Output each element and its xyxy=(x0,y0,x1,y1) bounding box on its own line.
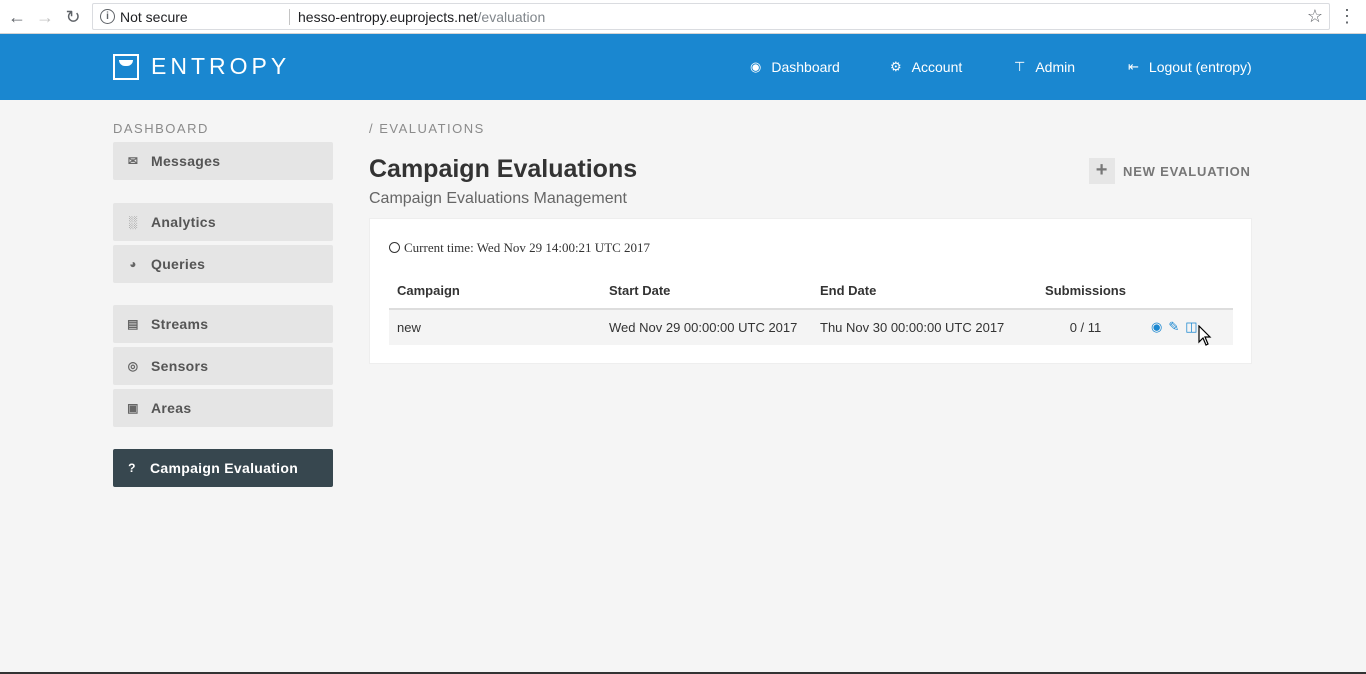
eye-icon[interactable]: ◉ xyxy=(1151,319,1162,334)
logo[interactable]: ENTROPY xyxy=(113,53,290,80)
pie-chart-icon: ◕ xyxy=(129,257,137,271)
cell-end-date: Thu Nov 30 00:00:00 UTC 2017 xyxy=(812,309,1028,345)
sidebar-item-label: Messages xyxy=(151,153,221,169)
sidebar-item-campaign-evaluation[interactable]: ? Campaign Evaluation xyxy=(113,449,333,487)
bar-chart-icon: ░ xyxy=(128,215,138,229)
evaluations-card: Current time: Wed Nov 29 14:00:21 UTC 20… xyxy=(369,218,1252,364)
pencil-icon[interactable]: ✎ xyxy=(1168,319,1179,334)
question-icon: ? xyxy=(128,461,136,475)
reload-icon[interactable]: ↻ xyxy=(62,6,84,28)
sidebar-item-areas[interactable]: ▣ Areas xyxy=(113,389,333,427)
app-header: ENTROPY ◉ Dashboard ⚙ Account ⊤ Admin ⇤ … xyxy=(0,34,1366,100)
info-icon[interactable]: i xyxy=(100,9,115,24)
sidebar-item-label: Areas xyxy=(151,400,192,416)
sidebar-item-streams[interactable]: ▤ Streams xyxy=(113,305,333,343)
security-label: Not secure xyxy=(120,9,188,25)
sidebar-item-label: Campaign Evaluation xyxy=(150,460,299,476)
table-header-row: Campaign Start Date End Date Submissions xyxy=(389,279,1233,310)
column-header: Submissions xyxy=(1028,279,1143,310)
clock-icon xyxy=(389,242,400,253)
new-evaluation-label: NEW EVALUATION xyxy=(1123,163,1251,179)
target-icon: ◎ xyxy=(127,359,139,373)
sidebar-item-label: Streams xyxy=(151,316,209,332)
breadcrumb: / EVALUATIONS xyxy=(369,121,485,136)
trash-icon[interactable]: ◫ xyxy=(1185,319,1197,334)
pin-icon: ⊤ xyxy=(1014,59,1026,74)
page-title: Campaign Evaluations xyxy=(369,155,638,183)
row-actions: ◉ ✎ ◫ xyxy=(1143,309,1233,345)
current-time: Current time: Wed Nov 29 14:00:21 UTC 20… xyxy=(389,240,650,256)
list-icon: ▤ xyxy=(127,317,139,331)
url-text[interactable]: hesso-entropy.euprojects.net/evaluation xyxy=(298,9,545,25)
nav-dashboard-label: Dashboard xyxy=(771,59,840,75)
url-host: hesso-entropy.euprojects.net xyxy=(298,9,478,25)
evaluations-table: Campaign Start Date End Date Submissions… xyxy=(389,279,1233,345)
mouse-cursor-icon xyxy=(1198,325,1212,346)
current-time-text: Current time: Wed Nov 29 14:00:21 UTC 20… xyxy=(404,240,651,255)
cell-submissions: 0 / 11 xyxy=(1028,309,1143,345)
sidebar-item-label: Analytics xyxy=(151,214,216,230)
column-header: Start Date xyxy=(601,279,812,310)
logout-icon: ⇤ xyxy=(1128,59,1139,74)
browser-toolbar: ← → ↻ i Not secure hesso-entropy.euproje… xyxy=(0,0,1366,34)
plus-icon: + xyxy=(1089,158,1115,184)
sidebar-item-label: Sensors xyxy=(151,358,209,374)
dashboard-icon: ◉ xyxy=(750,59,762,74)
sidebar-item-label: Queries xyxy=(151,256,206,272)
sidebar-item-analytics[interactable]: ░ Analytics xyxy=(113,203,333,241)
url-path: /evaluation xyxy=(477,9,546,25)
forward-arrow-icon[interactable]: → xyxy=(34,6,56,28)
envelope-icon: ✉ xyxy=(127,154,139,168)
logo-text: ENTROPY xyxy=(151,53,291,79)
nav-logout[interactable]: ⇤ Logout (entropy) xyxy=(1128,34,1252,100)
logo-icon xyxy=(113,53,139,80)
column-header-actions xyxy=(1143,279,1233,310)
nav-dashboard[interactable]: ◉ Dashboard xyxy=(750,34,840,100)
nav-admin-label: Admin xyxy=(1035,59,1076,75)
sidebar-item-sensors[interactable]: ◎ Sensors xyxy=(113,347,333,385)
sidebar-item-messages[interactable]: ✉ Messages xyxy=(113,142,333,180)
page-subtitle: Campaign Evaluations Management xyxy=(369,190,627,207)
cell-campaign: new xyxy=(389,309,601,345)
sidebar-title: DASHBOARD xyxy=(113,121,209,136)
cell-start-date: Wed Nov 29 00:00:00 UTC 2017 xyxy=(601,309,812,345)
gear-icon: ⚙ xyxy=(890,59,902,74)
bookmark-star-icon[interactable]: ☆ xyxy=(1307,6,1323,27)
column-header: End Date xyxy=(812,279,1028,310)
table-row: new Wed Nov 29 00:00:00 UTC 2017 Thu Nov… xyxy=(389,309,1233,345)
map-icon: ▣ xyxy=(127,401,139,415)
column-header: Campaign xyxy=(389,279,601,310)
address-bar[interactable]: i Not secure hesso-entropy.euprojects.ne… xyxy=(92,3,1330,30)
divider xyxy=(289,9,290,25)
sidebar-item-queries[interactable]: ◕ Queries xyxy=(113,245,333,283)
nav-logout-label: Logout (entropy) xyxy=(1148,59,1252,75)
nav-admin[interactable]: ⊤ Admin xyxy=(1014,34,1075,100)
kebab-menu-icon[interactable]: ⋮ xyxy=(1338,6,1356,27)
back-arrow-icon[interactable]: ← xyxy=(6,6,28,28)
nav-account[interactable]: ⚙ Account xyxy=(890,34,962,100)
new-evaluation-button[interactable]: + NEW EVALUATION xyxy=(1089,158,1251,184)
nav-account-label: Account xyxy=(911,59,963,75)
